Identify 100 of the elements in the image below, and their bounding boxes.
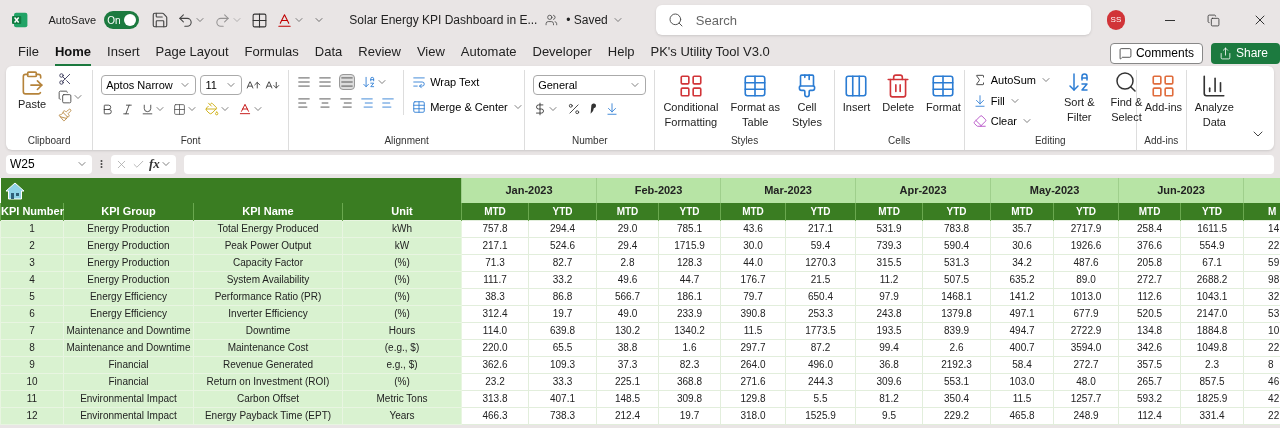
save-status[interactable]: • Saved [566, 11, 624, 29]
fill-color-button[interactable] [205, 102, 232, 116]
borders-icon [173, 102, 187, 116]
table-cell: 114.0 [461, 322, 529, 339]
cells-button[interactable]: Delete [878, 73, 919, 114]
ribbon-tab[interactable]: File [18, 40, 39, 66]
wrap-text-button[interactable]: Wrap Text [412, 74, 524, 91]
table-cell: 1270.3 [785, 254, 856, 271]
table-cell: 97.9 [855, 288, 923, 305]
table-cell: 21.5 [785, 271, 856, 288]
autosave-toggle[interactable]: On [104, 11, 140, 29]
middle-align-button[interactable] [318, 75, 333, 89]
table-cell: 29.4 [596, 237, 659, 254]
table-cell: 59.4 [785, 237, 856, 254]
table-cell: 67.1 [1180, 254, 1244, 271]
more-icon [100, 159, 103, 169]
percent-button[interactable] [567, 102, 582, 116]
table-cell: 109.3 [528, 356, 597, 373]
table-cell: 11.5 [720, 322, 786, 339]
top-align-button[interactable] [297, 75, 312, 89]
autosum-button[interactable]: AutoSum [972, 72, 1052, 89]
ribbon-tab[interactable]: Automate [460, 40, 517, 66]
redo-icon [214, 11, 232, 29]
column-header: YTD [658, 203, 721, 220]
font-size-field[interactable]: 11 [200, 75, 243, 95]
cells-button[interactable]: Insert [838, 73, 875, 114]
ribbon-tab[interactable]: Data [314, 40, 343, 66]
comma-style-button[interactable] [589, 103, 598, 115]
table-cell: 205.8 [1118, 254, 1181, 271]
column-header: MTD [596, 203, 659, 220]
font-color-button[interactable] [238, 102, 265, 116]
table-cell: 141.2 [990, 288, 1054, 305]
column-header: MTD [720, 203, 786, 220]
table-cell: 315.5 [855, 254, 923, 271]
styles-button[interactable]: Cell Styles [787, 73, 826, 129]
ribbon-tab[interactable]: Formulas [244, 40, 299, 66]
styles-button[interactable]: Format as Table [726, 73, 784, 129]
ribbon-tab[interactable]: Insert [107, 40, 140, 66]
styles-button[interactable]: Conditional Formatting [659, 73, 723, 129]
ribbon-tab[interactable]: PK's Utility Tool V3.0 [650, 40, 770, 66]
ribbon-tab[interactable]: Page Layout [155, 40, 229, 66]
table-cell: 82.3 [658, 356, 721, 373]
font-color-button[interactable] [276, 11, 306, 29]
italic-button[interactable] [121, 102, 135, 116]
table-cell: 49.6 [596, 271, 659, 288]
restore-button[interactable] [1207, 13, 1220, 27]
table-cell: 112.4 [1118, 407, 1181, 424]
copy-button[interactable] [58, 90, 85, 104]
formula-input[interactable] [183, 154, 1274, 174]
table-cell: 34.2 [990, 254, 1054, 271]
table-cell: 79.7 [720, 288, 786, 305]
undo-icon [177, 11, 195, 29]
table-cell: 553.1 [922, 373, 991, 390]
borders-button[interactable] [173, 102, 199, 116]
currency-button[interactable] [533, 102, 560, 116]
ribbon-tab[interactable]: Developer [532, 40, 592, 66]
align-bottom-icon [340, 75, 355, 89]
align-middle-icon [318, 75, 333, 89]
name-box[interactable]: W25 [6, 154, 92, 174]
table-cell: 1043.1 [1180, 288, 1244, 305]
percent-icon [567, 102, 582, 116]
cells-button[interactable]: Format [922, 73, 965, 114]
undo-button[interactable] [177, 11, 207, 29]
bottom-align-button[interactable] [339, 74, 356, 90]
save-button[interactable] [151, 11, 170, 29]
merge-icon [412, 99, 427, 114]
table-cell: 2147.0 [1180, 305, 1244, 322]
table-cell: 33.2 [528, 271, 597, 288]
font-name-field[interactable]: Aptos Narrow [101, 75, 197, 95]
group-label: Font [179, 134, 202, 148]
align-left-button[interactable] [297, 96, 312, 110]
table-cell: 318.0 [720, 407, 786, 424]
comments-button[interactable]: Comments [1109, 42, 1203, 64]
table-cell: 465.8 [990, 407, 1054, 424]
table-cell: 312.4 [461, 305, 529, 322]
clear-button[interactable]: Clear [972, 113, 1052, 130]
user-avatar[interactable]: SS [1106, 10, 1125, 30]
table-cell: 33.3 [528, 373, 597, 390]
bold-button[interactable] [101, 102, 115, 116]
borders-button[interactable] [251, 11, 269, 29]
underline-button[interactable] [141, 102, 167, 116]
save-icon [151, 11, 170, 29]
font-color-icon [276, 11, 294, 29]
ribbon-tab[interactable]: Review [358, 40, 401, 66]
paintbrush-icon [58, 108, 73, 122]
number-format-field[interactable]: General [533, 75, 647, 95]
share-button[interactable]: Share [1210, 42, 1280, 64]
sort-filter-button[interactable]: Sort & Filter [1060, 70, 1099, 130]
ribbon-tab[interactable]: View [416, 40, 445, 66]
orientation-button[interactable] [362, 75, 389, 89]
table-cell: 253.3 [785, 305, 856, 322]
analyze-data-button[interactable]: Analyze Data [1190, 73, 1238, 129]
paste-button[interactable]: Paste [14, 70, 51, 111]
fill-button[interactable]: Fill [972, 92, 1052, 109]
merge-center-button[interactable]: Merge & Center [412, 98, 524, 115]
align-center-button[interactable] [318, 96, 333, 110]
ribbon-tab[interactable]: Help [607, 40, 635, 66]
search-field[interactable]: Search [655, 5, 1091, 35]
align-right-button[interactable] [339, 96, 354, 110]
table-cell: 757.8 [461, 220, 529, 237]
